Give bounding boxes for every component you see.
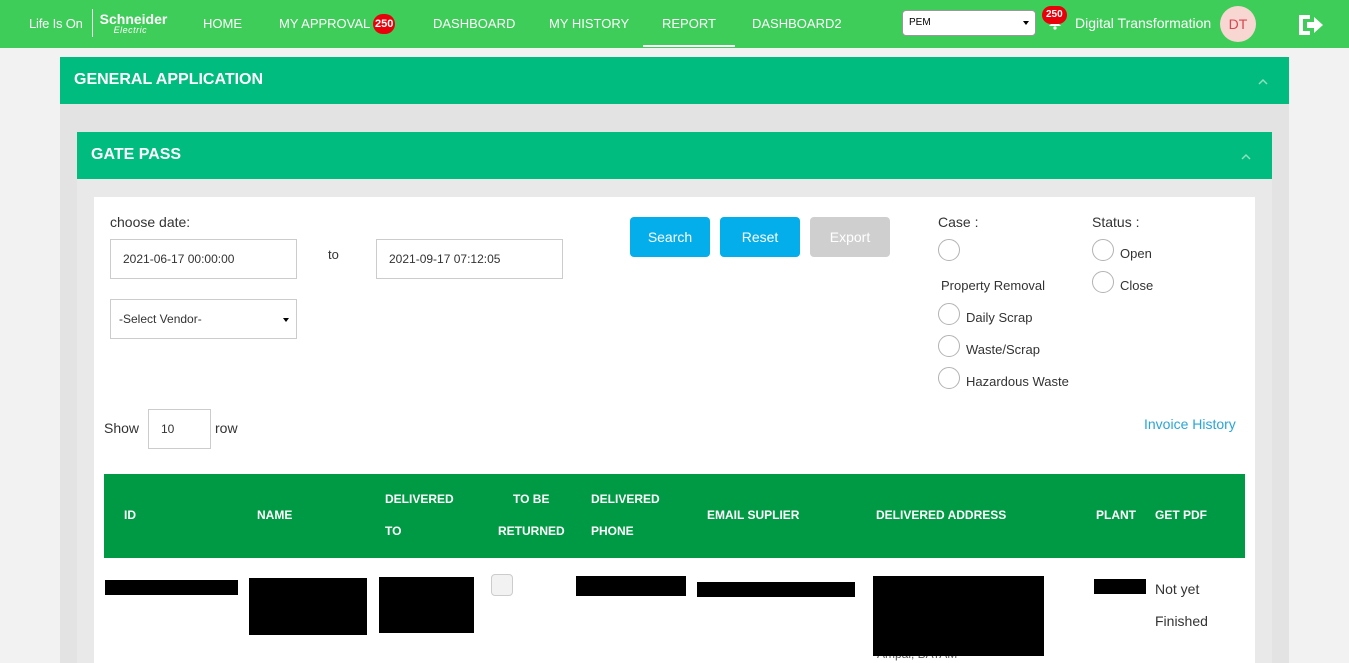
status-radio-close[interactable]: [1092, 271, 1114, 293]
date-to-separator: to: [328, 247, 339, 262]
redacted-phone: [576, 576, 686, 596]
nav-my-history[interactable]: MY HISTORY: [549, 0, 629, 48]
redacted-email: [697, 582, 855, 597]
brand-separator: [91, 9, 93, 37]
case-radio-waste-scrap[interactable]: [938, 335, 960, 357]
invoice-history-link[interactable]: Invoice History: [1144, 416, 1236, 432]
redacted-delivered-to: [379, 577, 474, 633]
brand-logo[interactable]: Life Is On Schneider Electric: [29, 8, 167, 38]
vendor-select[interactable]: -Select Vendor-: [110, 299, 297, 339]
status-radio-open[interactable]: [1092, 239, 1114, 261]
case-option-waste-scrap[interactable]: Waste/Scrap: [966, 342, 1040, 357]
logout-icon[interactable]: [1297, 13, 1324, 37]
redacted-address: [873, 576, 1044, 656]
search-button[interactable]: Search: [630, 217, 710, 257]
brand-name-main: Schneider: [99, 10, 168, 27]
nav-home[interactable]: HOME: [203, 0, 242, 48]
nav-my-approval[interactable]: MY APPROVAL: [279, 0, 370, 48]
case-radio-daily-scrap[interactable]: [938, 303, 960, 325]
redacted-name: [249, 578, 367, 635]
redacted-plant: [1094, 579, 1146, 594]
chevron-down-icon: [283, 318, 289, 322]
approval-count-badge: 250: [373, 14, 396, 34]
pdf-status-line2: Finished: [1155, 613, 1208, 629]
plant-select-value: PEM: [909, 17, 931, 28]
case-option-daily-scrap[interactable]: Daily Scrap: [966, 310, 1032, 325]
status-option-close[interactable]: Close: [1120, 278, 1153, 293]
status-option-open[interactable]: Open: [1120, 246, 1152, 261]
col-get-pdf[interactable]: GET PDF: [1155, 499, 1207, 531]
show-label: Show: [104, 420, 140, 436]
row-label: row: [215, 420, 238, 436]
col-to-be-returned-line2[interactable]: RETURNED: [498, 515, 565, 547]
case-option-property-removal: Property Removal: [941, 278, 1046, 293]
col-delivered-address[interactable]: DELIVERED ADDRESS: [876, 499, 1006, 531]
case-option-hazardous-waste[interactable]: Hazardous Waste: [966, 374, 1069, 389]
date-to-input[interactable]: 2021-09-17 07:12:05: [376, 239, 563, 279]
vendor-select-value: -Select Vendor-: [119, 312, 202, 326]
notification-count-badge: 250: [1042, 6, 1067, 24]
chevron-down-icon: [1023, 21, 1029, 25]
user-name[interactable]: Digital Transformation: [1075, 15, 1211, 31]
to-be-returned-checkbox[interactable]: [491, 574, 513, 596]
nav-report[interactable]: REPORT: [643, 0, 735, 48]
brand-name-sub: Electric: [113, 24, 148, 35]
rows-per-page-input[interactable]: 10: [148, 409, 211, 449]
nav-dashboard2[interactable]: DASHBOARD2: [752, 0, 842, 48]
col-delivered-phone-line2[interactable]: PHONE: [591, 515, 634, 547]
date-from-input[interactable]: 2021-06-17 00:00:00: [110, 239, 297, 279]
nav-dashboard[interactable]: DASHBOARD: [433, 0, 515, 48]
col-delivered-to-line2[interactable]: TO: [385, 515, 401, 547]
table-header: ID NAME DELIVERED TO TO BE RETURNED DELI…: [104, 474, 1245, 558]
col-delivered-phone-line1[interactable]: DELIVERED: [591, 483, 660, 515]
brand-name: Schneider Electric: [100, 12, 168, 35]
choose-date-label: choose date:: [110, 214, 191, 230]
reset-button[interactable]: Reset: [720, 217, 800, 257]
case-radio-hazardous-waste[interactable]: [938, 367, 960, 389]
brand-tagline: Life Is On: [29, 15, 83, 31]
chevron-up-icon[interactable]: [1241, 152, 1251, 162]
status-label: Status :: [1092, 214, 1140, 230]
redacted-id: [105, 580, 238, 595]
chevron-up-icon[interactable]: [1258, 77, 1268, 87]
case-radio-all[interactable]: [938, 239, 960, 261]
col-delivered-to-line1[interactable]: DELIVERED: [385, 483, 454, 515]
export-button[interactable]: Export: [810, 217, 890, 257]
case-label: Case :: [938, 214, 979, 230]
col-email-supplier[interactable]: EMAIL SUPLIER: [707, 499, 799, 531]
gate-pass-header[interactable]: GATE PASS: [77, 132, 1272, 179]
col-name[interactable]: NAME: [257, 499, 292, 531]
general-application-header[interactable]: GENERAL APPLICATION: [60, 57, 1289, 104]
top-navbar: Life Is On Schneider Electric HOME MY AP…: [0, 0, 1349, 48]
avatar[interactable]: DT: [1220, 6, 1256, 42]
general-application-title: GENERAL APPLICATION: [74, 71, 264, 88]
col-plant[interactable]: PLANT: [1096, 499, 1136, 531]
pdf-status-line1: Not yet: [1155, 581, 1200, 597]
plant-select[interactable]: PEM: [902, 10, 1036, 36]
gate-pass-title: GATE PASS: [91, 146, 182, 163]
col-id[interactable]: ID: [124, 499, 136, 531]
col-to-be-returned-line1[interactable]: TO BE: [513, 483, 549, 515]
